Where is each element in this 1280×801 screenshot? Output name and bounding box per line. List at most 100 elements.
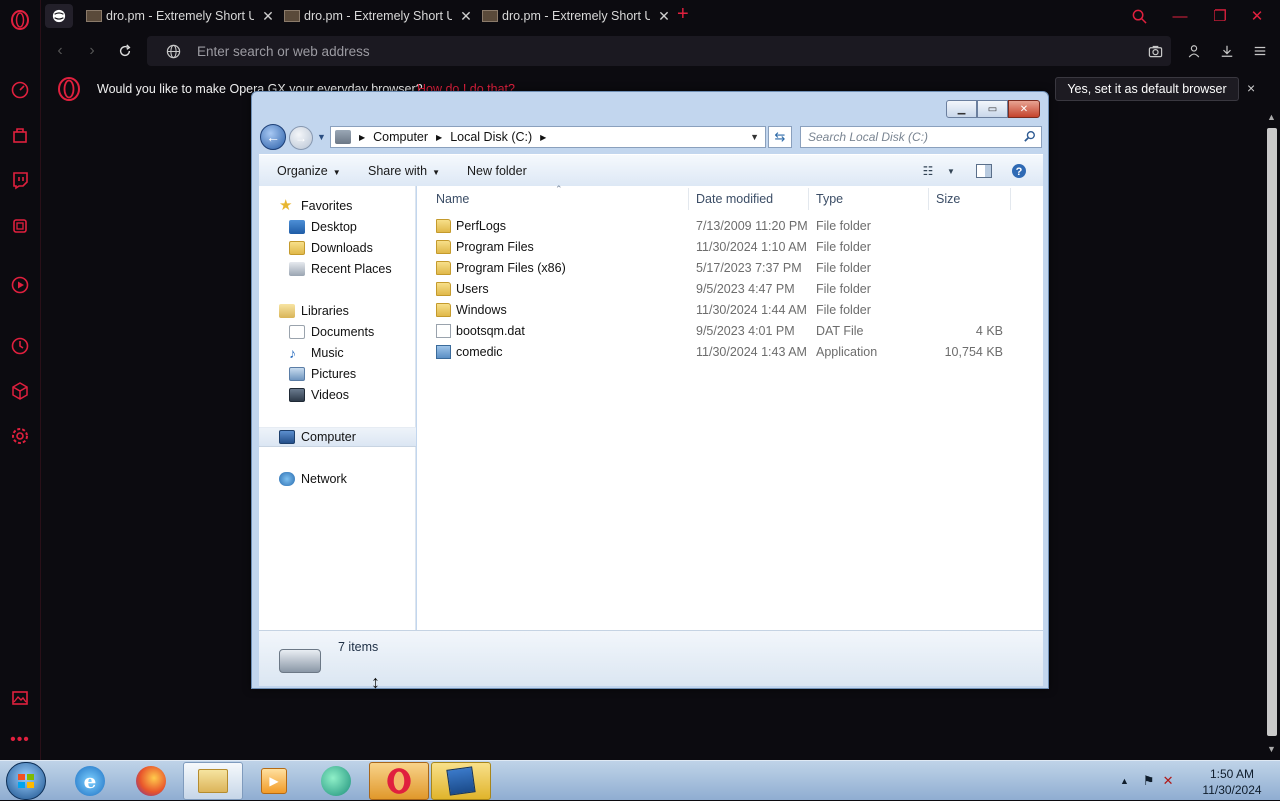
close-button[interactable]: ✕ — [1008, 100, 1040, 118]
search-icon[interactable] — [1024, 130, 1036, 145]
search-box[interactable] — [800, 126, 1042, 148]
player-icon[interactable] — [8, 273, 32, 297]
tab-close-icon[interactable]: ✕ — [458, 8, 474, 24]
browser-tab[interactable]: dro.pm - Extremely Short URLs ✕ — [86, 0, 276, 31]
scrollbar-thumb[interactable] — [1267, 128, 1277, 736]
shopping-bag-icon[interactable] — [8, 123, 32, 147]
search-input[interactable] — [801, 127, 1011, 147]
column-divider[interactable] — [928, 188, 929, 210]
easy-setup-menu-icon[interactable] — [1250, 41, 1270, 61]
nav-network[interactable]: Network — [259, 469, 416, 489]
file-row[interactable]: PerfLogs 7/13/2009 11:20 PM File folder — [417, 216, 1043, 237]
snipping-tool-icon[interactable] — [431, 762, 491, 800]
network-disconnected-icon[interactable]: ✕ — [1163, 773, 1174, 789]
column-header-date-modified[interactable]: Date modified — [696, 192, 773, 206]
nav-libraries[interactable]: Libraries — [259, 301, 416, 321]
nav-desktop[interactable]: Desktop — [259, 217, 416, 237]
nav-recent-places[interactable]: Recent Places — [259, 259, 416, 279]
nav-pictures[interactable]: Pictures — [259, 364, 416, 384]
more-icon[interactable]: ••• — [8, 728, 32, 752]
new-tab-button[interactable]: + — [677, 4, 689, 24]
column-divider[interactable] — [808, 188, 809, 210]
extensions-icon[interactable] — [8, 379, 32, 403]
back-arrow-icon[interactable]: ‹ — [50, 41, 70, 61]
file-row[interactable]: comedic 11/30/2024 1:43 AM Application 1… — [417, 342, 1043, 363]
set-default-browser-button[interactable]: Yes, set it as default browser — [1055, 77, 1239, 101]
minimize-icon[interactable]: — — [1169, 6, 1191, 26]
back-button[interactable]: ← — [260, 124, 286, 150]
media-player-icon[interactable]: ▶ — [244, 762, 304, 800]
file-row[interactable]: Program Files 11/30/2024 1:10 AM File fo… — [417, 237, 1043, 258]
workspace-tab-button[interactable] — [45, 4, 73, 28]
nav-downloads[interactable]: Downloads — [259, 238, 416, 258]
page-scrollbar[interactable]: ▲ ▼ — [1264, 106, 1280, 760]
account-icon[interactable] — [1184, 41, 1204, 61]
scroll-up-icon[interactable]: ▲ — [1267, 112, 1276, 122]
site-info-globe-icon[interactable] — [163, 41, 183, 61]
opera-gx-icon[interactable] — [369, 762, 429, 800]
chevron-down-icon[interactable]: ▼ — [942, 162, 960, 180]
gx-control-icon[interactable] — [8, 214, 32, 238]
camera-snapshot-icon[interactable] — [1145, 41, 1165, 61]
minimize-button[interactable]: ▁ — [946, 100, 977, 118]
nav-computer[interactable]: Computer — [259, 427, 416, 447]
internet-explorer-icon[interactable]: e — [60, 762, 120, 800]
scroll-down-icon[interactable]: ▼ — [1267, 744, 1276, 754]
view-options-icon[interactable]: ☷ — [919, 162, 937, 180]
organize-button[interactable]: Organize ▼ — [277, 164, 341, 178]
download-icon[interactable] — [1217, 41, 1237, 61]
reload-icon[interactable] — [115, 41, 135, 61]
breadcrumb-local-disk[interactable]: Local Disk (C:) — [450, 130, 532, 144]
chevron-right-icon[interactable]: ▶ — [359, 133, 365, 142]
twitch-icon[interactable] — [8, 168, 32, 192]
restore-icon[interactable]: ❐ — [1209, 6, 1231, 26]
opera-logo-icon[interactable] — [8, 8, 32, 32]
firefox-icon[interactable] — [121, 762, 181, 800]
breadcrumb-computer[interactable]: Computer — [373, 130, 428, 144]
nav-favorites[interactable]: ★ Favorites — [259, 196, 416, 216]
file-row[interactable]: Windows 11/30/2024 1:44 AM File folder — [417, 300, 1043, 321]
column-header-name[interactable]: Name — [436, 192, 469, 206]
refresh-button[interactable]: ⇆ — [768, 126, 792, 148]
browser-tab[interactable]: dro.pm - Extremely Short URLs ✕ — [284, 0, 474, 31]
recent-pages-dropdown-icon[interactable]: ▼ — [317, 132, 326, 142]
history-icon[interactable] — [8, 334, 32, 358]
address-box[interactable] — [147, 36, 1171, 66]
action-center-flag-icon[interactable]: ⚑ — [1143, 773, 1155, 789]
file-row[interactable]: Users 9/5/2023 4:47 PM File folder — [417, 279, 1043, 300]
show-hidden-icons-icon[interactable]: ▲ — [1120, 776, 1129, 786]
forward-button[interactable]: → — [289, 126, 313, 150]
file-row[interactable]: bootsqm.dat 9/5/2023 4:01 PM DAT File 4 … — [417, 321, 1043, 342]
chevron-down-icon[interactable]: ▼ — [750, 132, 759, 142]
nav-documents[interactable]: Documents — [259, 322, 416, 342]
clock[interactable]: 1:50 AM 11/30/2024 — [1196, 766, 1268, 798]
image-icon[interactable] — [8, 686, 32, 710]
column-header-type[interactable]: Type — [816, 192, 843, 206]
close-window-icon[interactable]: ✕ — [1246, 6, 1268, 26]
share-with-button[interactable]: Share with ▼ — [368, 164, 440, 178]
search-tabs-icon[interactable] — [1128, 6, 1150, 26]
forward-arrow-icon[interactable]: › — [82, 41, 102, 61]
settings-icon[interactable] — [8, 424, 32, 448]
start-button[interactable] — [6, 762, 46, 800]
column-divider[interactable] — [1010, 188, 1011, 210]
new-folder-button[interactable]: New folder — [467, 164, 527, 178]
infobar-close-icon[interactable]: × — [1247, 80, 1255, 96]
column-header-size[interactable]: Size — [936, 192, 960, 206]
preview-pane-icon[interactable] — [975, 162, 993, 180]
speed-dial-icon[interactable] — [8, 78, 32, 102]
chevron-right-icon[interactable]: ▶ — [436, 133, 442, 142]
tab-close-icon[interactable]: ✕ — [656, 8, 672, 24]
tab-close-icon[interactable]: ✕ — [260, 8, 276, 24]
nav-music[interactable]: ♪ Music — [259, 343, 416, 363]
maximize-button[interactable]: ▭ — [977, 100, 1008, 118]
file-explorer-icon[interactable] — [183, 762, 243, 800]
chevron-right-icon[interactable]: ▶ — [540, 133, 546, 142]
column-divider[interactable] — [688, 188, 689, 210]
chat-icon[interactable] — [306, 762, 366, 800]
help-icon[interactable]: ? — [1010, 162, 1028, 180]
browser-tab[interactable]: dro.pm - Extremely Short URLs ✕ — [482, 0, 672, 31]
nav-videos[interactable]: Videos — [259, 385, 416, 405]
address-input[interactable] — [197, 36, 1077, 66]
breadcrumb[interactable]: ▶ Computer ▶ Local Disk (C:) ▶ ▼ — [330, 126, 766, 148]
